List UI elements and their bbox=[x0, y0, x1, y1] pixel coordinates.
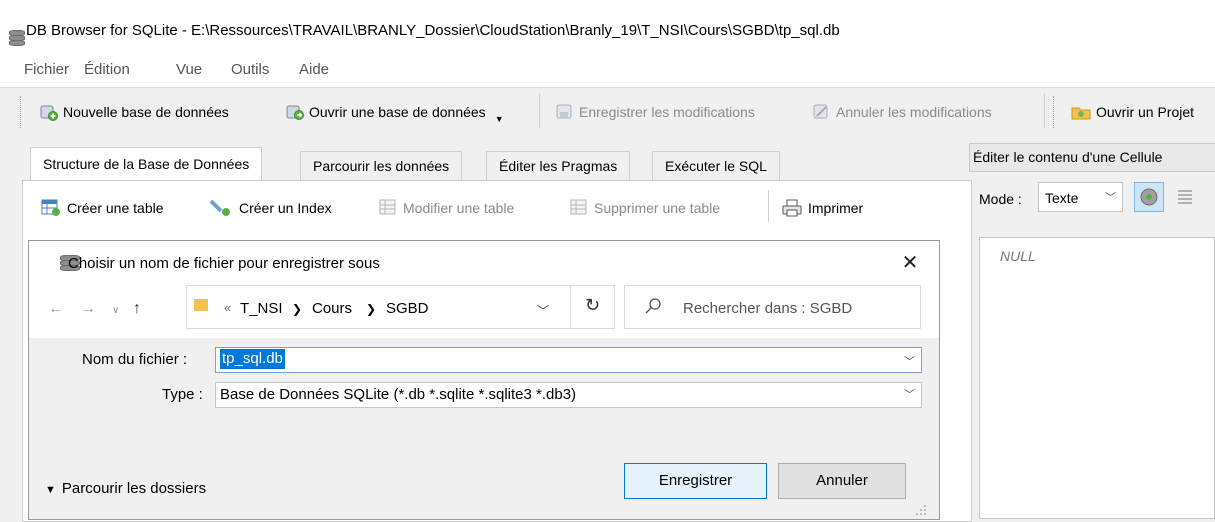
database-icon bbox=[8, 29, 25, 46]
save-changes-icon bbox=[556, 104, 572, 119]
forward-arrow-icon[interactable]: → bbox=[80, 300, 96, 318]
cancel-button[interactable]: Annuler bbox=[778, 463, 906, 499]
mode-label: Mode : bbox=[979, 191, 1022, 207]
delete-table-button[interactable]: Supprimer une table bbox=[570, 199, 720, 217]
revert-changes-button[interactable]: Annuler les modifications bbox=[813, 103, 992, 121]
create-table-button[interactable]: Créer une table bbox=[41, 199, 164, 217]
browse-folders-toggle[interactable]: ▼ Parcourir les dossiers bbox=[45, 480, 206, 497]
file-type-select[interactable]: Base de Données SQLite (*.db *.sqlite *.… bbox=[215, 382, 922, 408]
recent-locations-chevron-icon[interactable]: ∨ bbox=[112, 305, 119, 316]
menu-vue[interactable]: Vue bbox=[176, 61, 202, 78]
open-project-icon bbox=[1071, 107, 1091, 120]
write-changes-label: Enregistrer les modifications bbox=[579, 104, 755, 120]
resize-grip-icon[interactable] bbox=[914, 503, 928, 517]
search-icon bbox=[645, 298, 661, 314]
toolbar-separator bbox=[539, 94, 540, 128]
edit-cell-dock-title: Éditer le contenu d'une Cellule bbox=[969, 143, 1215, 172]
create-table-label: Créer une table bbox=[67, 200, 164, 216]
open-database-icon bbox=[286, 105, 304, 120]
menu-outils[interactable]: Outils bbox=[231, 61, 269, 78]
refresh-button[interactable]: ↻ bbox=[570, 285, 615, 329]
filename-input[interactable]: ﹀ bbox=[215, 347, 922, 373]
auto-switch-mode-button[interactable] bbox=[1134, 182, 1164, 212]
dialog-title: Choisir un nom de fichier pour enregistr… bbox=[68, 255, 380, 272]
resize-dots bbox=[916, 505, 926, 515]
search-field[interactable]: Rechercher dans : SGBD bbox=[624, 285, 921, 329]
modify-table-label: Modifier une table bbox=[403, 200, 515, 216]
tab-browse-data[interactable]: Parcourir les données bbox=[300, 151, 463, 181]
breadcrumb-cours[interactable]: Cours bbox=[312, 300, 352, 317]
create-table-icon bbox=[41, 199, 60, 216]
filename-value: tp_sql.db bbox=[220, 349, 285, 369]
window-title: DB Browser for SQLite - E:\Ressources\TR… bbox=[26, 22, 840, 39]
write-changes-button[interactable]: Enregistrer les modifications bbox=[556, 103, 755, 121]
printer-icon bbox=[782, 199, 802, 217]
breadcrumb-sgbd[interactable]: SGBD bbox=[386, 300, 429, 317]
chevron-down-icon: ﹀ bbox=[904, 389, 915, 401]
revert-changes-label: Annuler les modifications bbox=[836, 104, 992, 120]
open-database-button[interactable]: Ouvrir une base de données ▼ bbox=[286, 103, 504, 124]
back-arrow-icon[interactable]: ← bbox=[48, 300, 64, 318]
chevron-down-icon: ﹀ bbox=[1105, 192, 1116, 204]
chevron-down-icon[interactable]: ▼ bbox=[495, 114, 504, 124]
toolbar-separator bbox=[768, 190, 769, 222]
word-wrap-button[interactable] bbox=[1174, 186, 1196, 208]
create-index-label: Créer un Index bbox=[239, 200, 332, 216]
new-database-icon bbox=[40, 105, 58, 121]
tab-edit-pragmas[interactable]: Éditer les Pragmas bbox=[486, 151, 631, 181]
tab-structure[interactable]: Structure de la Base de Données bbox=[30, 147, 263, 182]
revert-changes-icon bbox=[813, 104, 828, 119]
menu-aide[interactable]: Aide bbox=[299, 61, 329, 78]
open-database-label: Ouvrir une base de données bbox=[309, 104, 486, 120]
modify-table-button[interactable]: Modifier une table bbox=[379, 199, 514, 217]
search-placeholder: Rechercher dans : SGBD bbox=[683, 300, 853, 317]
gear-icon bbox=[1140, 188, 1158, 206]
mode-value: Texte bbox=[1045, 190, 1079, 206]
background-window-sliver bbox=[0, 0, 1215, 10]
toolbar-grip[interactable] bbox=[20, 96, 23, 128]
cell-null-value: NULL bbox=[1000, 248, 1036, 264]
print-label: Imprimer bbox=[808, 200, 864, 216]
lines-icon bbox=[1178, 190, 1192, 204]
type-label: Type : bbox=[162, 386, 203, 403]
toolbar-grip[interactable] bbox=[1053, 96, 1056, 128]
create-index-button[interactable]: Créer un Index bbox=[209, 199, 332, 217]
open-project-button[interactable]: Ouvrir un Projet bbox=[1071, 103, 1194, 121]
up-arrow-icon[interactable]: ↑ bbox=[133, 300, 141, 318]
menu-fichier[interactable]: Fichier bbox=[24, 61, 69, 78]
chevron-down-icon: ▼ bbox=[45, 484, 56, 496]
new-database-label: Nouvelle base de données bbox=[63, 104, 229, 120]
print-button[interactable]: Imprimer bbox=[782, 199, 863, 217]
cell-editor[interactable] bbox=[979, 237, 1215, 519]
chevron-down-icon[interactable]: ﹀ bbox=[537, 302, 549, 319]
modify-table-icon bbox=[379, 199, 396, 215]
refresh-icon: ↻ bbox=[585, 295, 601, 315]
chevron-right-icon: ❯ bbox=[292, 302, 303, 316]
delete-table-label: Supprimer une table bbox=[594, 200, 721, 216]
breadcrumb-overflow[interactable]: « bbox=[224, 300, 231, 315]
toolbar-separator bbox=[1044, 94, 1045, 128]
new-database-button[interactable]: Nouvelle base de données bbox=[40, 103, 229, 121]
open-project-label: Ouvrir un Projet bbox=[1096, 104, 1195, 120]
chevron-right-icon: ❯ bbox=[366, 302, 377, 316]
filename-label: Nom du fichier : bbox=[82, 351, 188, 368]
folder-icon bbox=[194, 299, 208, 311]
browse-folders-label: Parcourir les dossiers bbox=[61, 480, 207, 497]
chevron-down-icon[interactable]: ﹀ bbox=[904, 353, 915, 369]
menu-edition[interactable]: Édition bbox=[84, 61, 130, 78]
tab-execute-sql[interactable]: Exécuter le SQL bbox=[652, 151, 780, 181]
save-button[interactable]: Enregistrer bbox=[624, 463, 767, 499]
breadcrumb-t-nsi[interactable]: T_NSI bbox=[240, 300, 283, 317]
create-index-icon bbox=[209, 199, 230, 216]
close-icon[interactable]: ✕ bbox=[896, 249, 924, 277]
file-type-value: Base de Données SQLite (*.db *.sqlite *.… bbox=[220, 386, 577, 403]
delete-table-icon bbox=[570, 199, 587, 215]
mode-select[interactable]: Texte ﹀ bbox=[1038, 182, 1123, 212]
